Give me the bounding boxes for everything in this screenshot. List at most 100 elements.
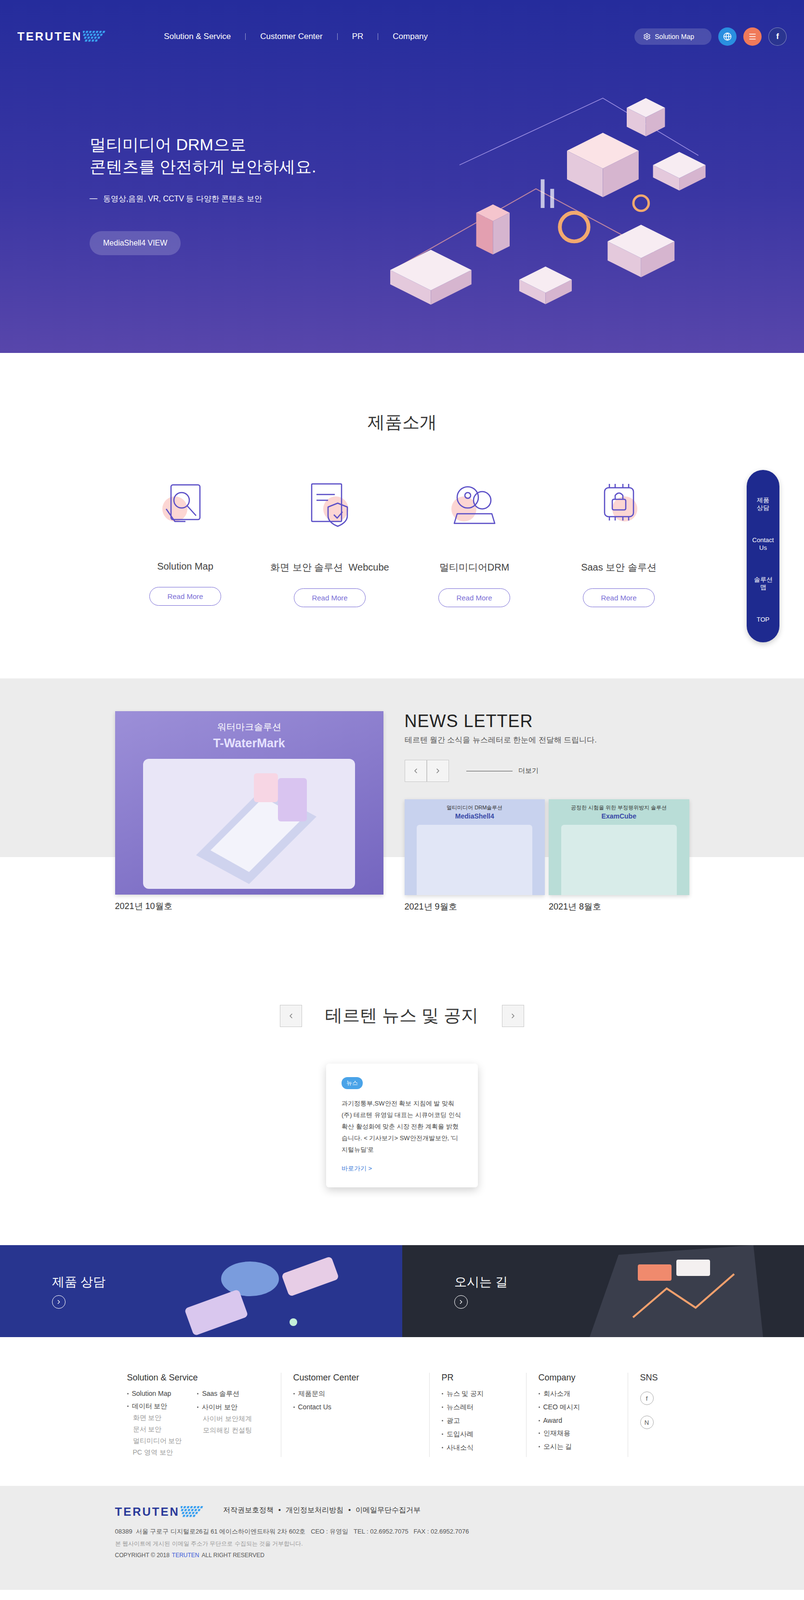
product-name: Saas 보안 솔루션 [580,561,657,575]
footer-link[interactable]: 오시는 길 [538,1443,580,1452]
cover-illustration [561,825,677,896]
section-title: 제품소개 [0,410,804,435]
footer-link[interactable]: 뉴스 및 공지 [441,1390,485,1399]
newsletter-card[interactable]: 멀티미디어 DRM솔루션MediaShell42021년 9월호 [404,799,546,913]
footer-nav: Solution & Service Solution Map 데이터 보안화면 보… [115,1337,690,1487]
footer-link[interactable]: 문서 보안 [127,1425,183,1435]
footer-column: Customer Center 제품문의 Contact Us [280,1373,430,1458]
footer-title[interactable]: PR [441,1373,527,1384]
hero-body: 멀티미디어 DRM으로콘텐츠를 안전하게 보안하세요.—동영상,음원, VR, … [0,73,804,354]
hero: TERUTEN Solution & ServiceCustomer Center… [0,0,804,354]
policy-link[interactable]: 저작권보호정책 [223,1506,274,1516]
footer-logo[interactable]: TERUTEN [115,1505,209,1520]
chevron-left-icon [411,767,420,776]
footer-link[interactable]: 인재채용 [538,1429,580,1439]
footer-link[interactable]: Solution Map [127,1390,183,1398]
nav-item[interactable]: PR [337,33,379,40]
quick-menu-item[interactable]: Contact Us [751,536,775,553]
footer-column: PR 뉴스 및 공지뉴스레터광고도입사례사내소식 [429,1373,527,1458]
notice: 본 웹사이트에 게시된 이메일 주소가 무단으로 수집되는 것을 거부합니다. [115,1540,690,1549]
quick-menu-item[interactable]: 솔루션 맵 [751,576,775,592]
footer-link[interactable]: 화면 보안 [127,1414,183,1424]
read-more-button[interactable]: Read More [582,588,655,608]
footer-link[interactable]: 도입사례 [441,1430,485,1440]
newsletter-date: 2021년 9월호 [404,901,546,913]
nav-item[interactable]: Customer Center [245,33,337,40]
prev-button[interactable] [279,1005,303,1028]
product-name: 화면 보안 솔루션 Webcube [270,561,389,575]
nav-item[interactable]: Company [377,33,443,40]
prev-button[interactable] [404,760,427,783]
newsletter-title: NEWS LETTER [404,711,690,732]
footer-link[interactable]: 모의해킹 컨설팅 [197,1426,252,1436]
footer-title[interactable]: Solution & Service [127,1373,281,1384]
footer-link[interactable]: Contact Us [293,1403,332,1412]
footer-column: Solution & Service Solution Map 데이터 보안화면 보… [115,1373,281,1458]
footer-link[interactable]: Saas 솔루션 [197,1390,252,1399]
product-item: Solution MapRead More [113,475,258,608]
footer-list: Solution Map 데이터 보안화면 보안문서 보안멀티미디어 보안 PC 영… [127,1390,183,1458]
nav-item[interactable]: Solution & Service [149,33,246,40]
chevron-left-icon [287,1012,295,1021]
page: TERUTENSolution & ServiceCustomer Center… [0,0,804,1600]
footer-link[interactable]: 뉴스레터 [441,1403,485,1413]
menu-button[interactable] [743,27,762,46]
featured-newsletter[interactable]: 워터마크솔루션T-WaterMark2021년 10월호 [115,711,384,913]
footer-title[interactable]: Customer Center [293,1373,430,1384]
sns-button[interactable]: f [640,1392,654,1406]
next-button[interactable] [501,1005,525,1028]
footer-link[interactable]: PC 영역 보안 [127,1449,183,1458]
footer-column: SNS fN [627,1373,690,1458]
footer-list: 제품문의 Contact Us [293,1390,332,1412]
hero-text: 멀티미디어 DRM으로콘텐츠를 안전하게 보안하세요.—동영상,음원, VR, … [0,73,336,354]
footer-link[interactable]: 제품문의 [293,1390,332,1399]
quick-menu-item[interactable]: 제품 상담 [751,496,775,513]
footer-title[interactable]: Company [538,1373,628,1384]
language-button[interactable] [718,27,737,46]
footer-link[interactable]: 사내소식 [441,1444,485,1453]
news-badge: 뉴스 [341,1077,363,1090]
policy-links: 저작권보호정책•개인정보처리방침•이메일무단수집거부 [223,1506,422,1520]
address: 08389 서울 구로구 디지털로26길 61 에이스하이엔드타워 2차 602… [115,1528,690,1537]
footer-link[interactable]: Award [538,1417,580,1425]
footer-link[interactable]: 회사소개 [538,1390,580,1399]
hero-button[interactable]: MediaShell4 VIEW [89,231,181,256]
sns-button[interactable]: N [640,1416,654,1430]
facebook-button[interactable]: f [768,27,787,46]
banner[interactable]: 오시는 길 [402,1245,804,1338]
policy-link[interactable]: 개인정보처리방침 [285,1506,344,1516]
product-icon [440,475,509,534]
laptop-illustration [143,759,356,890]
banner[interactable]: 제품 상담 [0,1245,403,1338]
quick-menu-item[interactable]: TOP [751,616,775,624]
newsletter-cards: 멀티미디어 DRM솔루션MediaShell42021년 9월호공정한 시험을 … [404,799,690,913]
read-more-button[interactable]: Read More [149,587,221,607]
read-more-button[interactable]: Read More [438,588,510,608]
logo[interactable]: TERUTEN [17,29,111,44]
footer-link[interactable]: 사이버 보안 [197,1403,252,1413]
newsletter-controls: 더보기 [404,760,690,783]
news-link[interactable]: 바로가기 > [341,1164,463,1174]
products-section: 제품소개Solution MapRead More화면 보안 솔루션 Webcu… [0,353,804,679]
banners: 제품 상담오시는 길 [0,1245,804,1338]
footer-link[interactable]: 데이터 보안 [127,1402,183,1412]
news-card[interactable]: 뉴스과기정통부,SW안전 확보 지침에 발 맞춰(주) 테르텐 유영일 대표는 … [326,1064,478,1188]
newsletter-card[interactable]: 공정한 시험을 위한 부정행위방지 솔루션ExamCube2021년 8월호 [548,799,690,913]
more-link[interactable]: 더보기 [466,766,539,776]
product-icon [151,475,220,534]
footer-title: SNS [640,1373,690,1384]
logo-mark-icon [180,1506,209,1520]
read-more-button[interactable]: Read More [293,588,366,608]
footer-link[interactable]: 사이버 보안체계 [197,1415,252,1424]
newsletter-row: 워터마크솔루션T-WaterMark2021년 10월호NEWS LETTER테… [115,711,690,913]
news-text: 과기정통부,SW안전 확보 지침에 발 맞춰(주) 테르텐 유영일 대표는 시큐… [341,1098,463,1157]
footer-link[interactable]: 광고 [441,1417,485,1426]
policy-link[interactable]: 이메일무단수집거부 [355,1506,421,1516]
footer-link[interactable]: CEO 메시지 [538,1403,580,1413]
hero-illustration [335,68,732,339]
solution-map-button[interactable]: Solution Map [634,28,712,45]
featured-card: 워터마크솔루션T-WaterMark [115,711,384,896]
next-button[interactable] [426,760,449,783]
product-item: 화면 보안 솔루션 Webcube Read More [257,475,403,608]
footer-link[interactable]: 멀티미디어 보안 [127,1437,183,1447]
